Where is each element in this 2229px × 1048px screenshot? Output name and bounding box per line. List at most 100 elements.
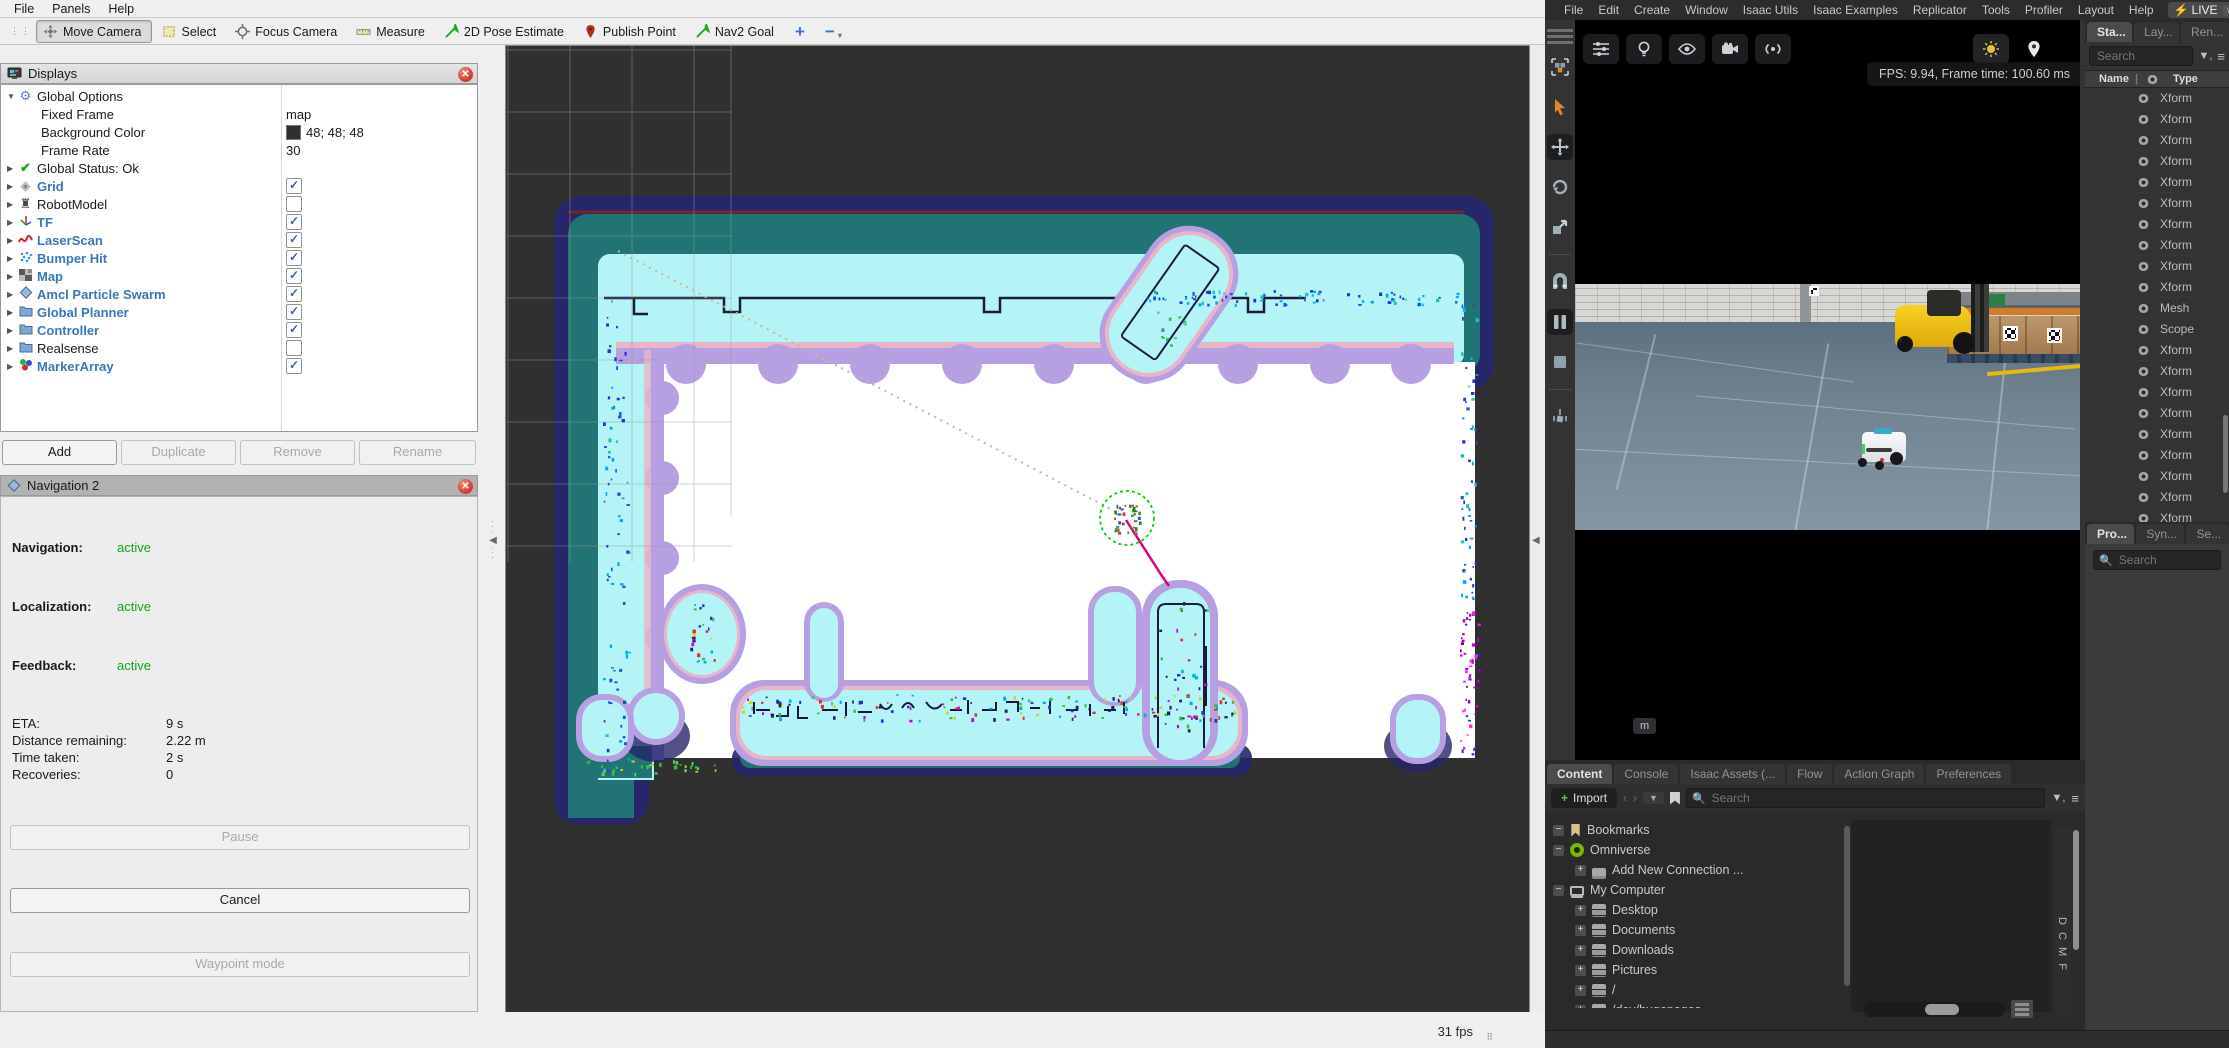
content-tab[interactable]: Action Graph (1834, 764, 1924, 784)
content-search[interactable]: 🔍 (1686, 788, 2046, 808)
content-tree-item[interactable]: + Pictures (1545, 960, 1840, 980)
stage-row[interactable]: Xform (2085, 151, 2229, 172)
nav2-close-button[interactable]: ✕ (458, 479, 473, 494)
eye-icon[interactable] (2137, 472, 2150, 481)
stage-tab[interactable]: Sta... (2087, 22, 2132, 42)
display-row-bumper-hit[interactable]: ▶ Bumper Hit ✓ (1, 249, 477, 267)
stage-row[interactable]: Xform (2085, 340, 2229, 361)
grid-checkbox[interactable]: ✓ (286, 178, 302, 194)
property-search[interactable]: 🔍 (2093, 550, 2221, 570)
stage-row[interactable]: Xform (2085, 466, 2229, 487)
pause-button[interactable] (1547, 309, 1573, 335)
content-tree-item[interactable]: − Bookmarks (1545, 820, 1840, 840)
filter-icon[interactable]: ▼, (2051, 792, 2065, 804)
stage-row[interactable]: Xform (2085, 445, 2229, 466)
expander-icon[interactable]: + (1575, 905, 1586, 916)
expander-icon[interactable]: ▶ (7, 308, 17, 317)
nav2-goal-tool[interactable]: Nav2 Goal (689, 21, 783, 42)
render-settings-button[interactable] (1583, 34, 1619, 64)
expander-icon[interactable]: + (1575, 925, 1586, 936)
physics-drop-tool[interactable] (1547, 404, 1573, 430)
back-icon[interactable]: ‹ (1623, 791, 1627, 805)
display-row-amcl-particle-swarm[interactable]: ▶ Amcl Particle Swarm ✓ (1, 285, 477, 303)
isaac-menu-item[interactable]: Window (1678, 3, 1735, 17)
display-row-fixed-frame[interactable]: Fixed Frame map (1, 105, 477, 123)
content-tree-item[interactable]: + / (1545, 980, 1840, 1000)
audio-button[interactable] (1755, 34, 1791, 64)
stop-button[interactable] (1547, 349, 1573, 375)
stage-row[interactable]: Xform (2085, 487, 2229, 508)
remove-display-button[interactable]: Remove (240, 440, 355, 465)
displays-close-button[interactable]: ✕ (458, 67, 473, 82)
cancel-button[interactable]: Cancel (10, 888, 470, 913)
property-search-input[interactable] (2117, 552, 2215, 568)
stage-search[interactable] (2089, 46, 2193, 66)
options-icon[interactable]: ≡ (2217, 49, 2225, 64)
markerarray-checkbox[interactable]: ✓ (286, 358, 302, 374)
remove-tool-button[interactable]: − ▾ (817, 22, 850, 42)
expander-icon[interactable]: ▶ (7, 218, 17, 227)
expander-icon[interactable]: ▶ (7, 182, 17, 191)
content-tab[interactable]: Flow (1787, 764, 1832, 784)
expander-icon[interactable]: ▼ (7, 92, 17, 101)
display-row-robotmodel[interactable]: ▶ ♜ RobotModel (1, 195, 477, 213)
expander-icon[interactable]: ▶ (7, 326, 17, 335)
isaac-menu-item[interactable]: Create (1627, 3, 1677, 17)
display-row-global-status[interactable]: ▶ ✔ Global Status: Ok (1, 159, 477, 177)
stage-row[interactable]: Xform (2085, 277, 2229, 298)
pause-button[interactable]: Pause (10, 825, 470, 850)
duplicate-display-button[interactable]: Duplicate (121, 440, 236, 465)
move-tool[interactable] (1547, 134, 1573, 160)
bookmark-icon[interactable] (1670, 792, 1680, 805)
expander-icon[interactable]: ▶ (7, 254, 17, 263)
expander-icon[interactable]: + (1575, 945, 1586, 956)
nav2-panel-titlebar[interactable]: Navigation 2 ✕ (0, 475, 478, 496)
collapse-left-icon[interactable]: ◀ (489, 535, 497, 546)
content-tree-item[interactable]: + Add New Connection ... (1545, 860, 1840, 880)
expander-icon[interactable]: ▶ (7, 236, 17, 245)
add-display-button[interactable]: Add (2, 440, 117, 465)
display-row-global-options[interactable]: ▼ ⚙ Global Options (1, 87, 477, 105)
eye-icon[interactable] (2137, 493, 2150, 502)
content-search-input[interactable] (1710, 790, 2040, 806)
expander-icon[interactable]: ▶ (7, 200, 17, 209)
eye-icon[interactable] (2137, 115, 2150, 124)
fixed-frame-value[interactable]: map (286, 107, 311, 122)
add-tool-button[interactable]: + (787, 22, 813, 42)
eye-icon[interactable] (2137, 157, 2150, 166)
stage-search-input[interactable] (2095, 48, 2187, 64)
robotmodel-checkbox[interactable] (286, 196, 302, 212)
stage-row[interactable]: Xform (2085, 172, 2229, 193)
display-row-background-color[interactable]: Background Color 48; 48; 48 (1, 123, 477, 141)
stage-row[interactable]: Xform (2085, 214, 2229, 235)
content-tab[interactable]: Content (1547, 764, 1612, 784)
scale-tool[interactable] (1547, 214, 1573, 240)
expander-icon[interactable]: − (1553, 825, 1564, 836)
display-row-markerarray[interactable]: ▶ MarkerArray ✓ (1, 357, 477, 375)
isaac-menu-item[interactable]: Replicator (1906, 3, 1974, 17)
amcl-checkbox[interactable]: ✓ (286, 286, 302, 302)
eye-icon[interactable] (2137, 367, 2150, 376)
display-row-global-planner[interactable]: ▶ Global Planner ✓ (1, 303, 477, 321)
eye-icon[interactable] (2137, 388, 2150, 397)
content-file-pane[interactable] (1851, 820, 2051, 1012)
filter-icon[interactable]: ▼, (2198, 50, 2212, 62)
sun-light-button[interactable] (1973, 34, 2009, 64)
isaac-menu-item[interactable]: Isaac Examples (1806, 3, 1905, 17)
stage-row[interactable]: Xform (2085, 361, 2229, 382)
rename-display-button[interactable]: Rename (359, 440, 476, 465)
property-tab[interactable]: Syn... (2136, 524, 2184, 544)
side-scrollbar[interactable] (2073, 830, 2079, 950)
rotate-tool[interactable] (1547, 174, 1573, 200)
waypoint-mode-button[interactable]: Waypoint mode (10, 952, 470, 977)
map-checkbox[interactable]: ✓ (286, 268, 302, 284)
bumper-hit-checkbox[interactable]: ✓ (286, 250, 302, 266)
slider-thumb[interactable] (1925, 1004, 1959, 1015)
eye-icon[interactable] (2137, 178, 2150, 187)
rviz-menu-item[interactable]: File (6, 1, 42, 17)
display-row-tf[interactable]: ▶ TF ✓ (1, 213, 477, 231)
content-tree-item[interactable]: − My Computer (1545, 880, 1840, 900)
toolbar-grip[interactable]: ⋮⋮ (10, 26, 32, 37)
stage-row[interactable]: Xform (2085, 193, 2229, 214)
eye-icon[interactable] (2137, 220, 2150, 229)
